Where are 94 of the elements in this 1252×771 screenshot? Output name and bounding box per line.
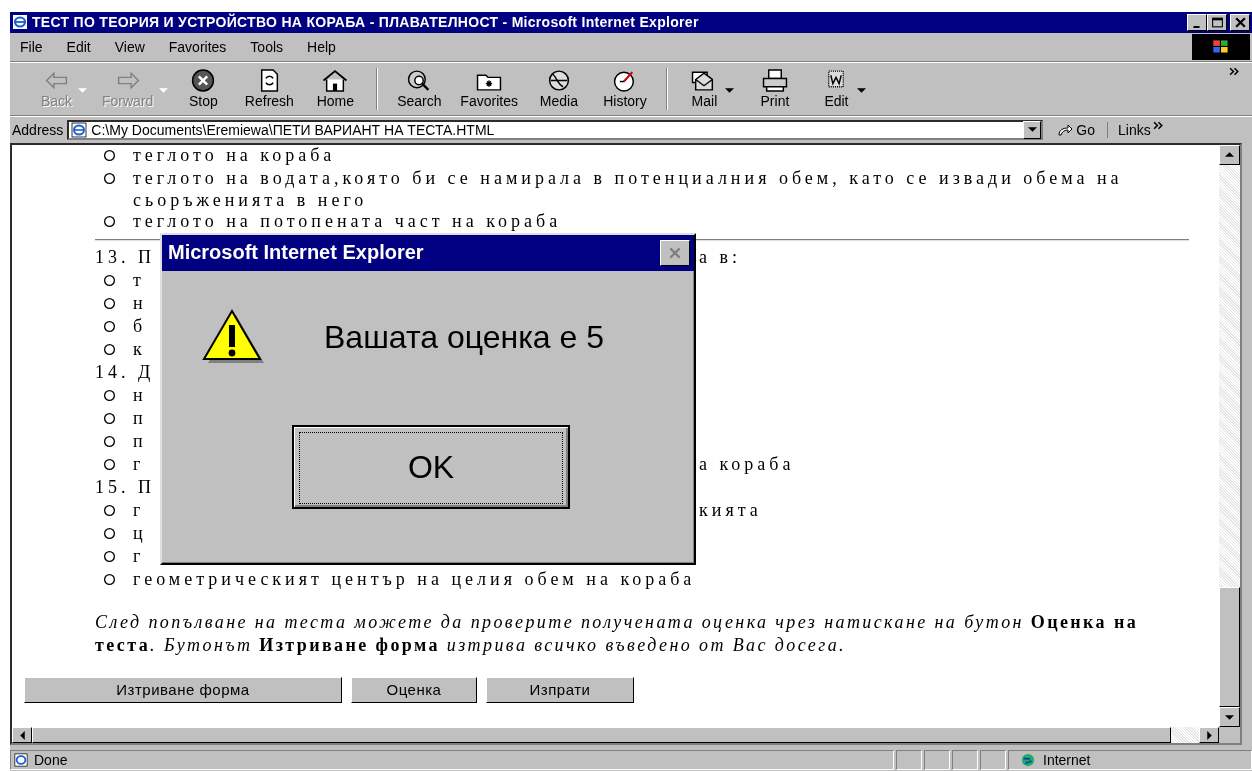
windows-logo	[1192, 33, 1250, 60]
question-text: 13. П	[95, 246, 155, 267]
caret-icon	[1027, 127, 1037, 133]
links-button[interactable]: Links	[1108, 121, 1153, 138]
answer-option: п	[133, 407, 147, 428]
menu-item[interactable]: View	[114, 38, 145, 55]
radio-button[interactable]	[103, 434, 116, 448]
form-button[interactable]: Изтриване форма	[24, 676, 342, 703]
minimize-button[interactable]	[1187, 13, 1207, 31]
menu-item[interactable]: Help	[307, 38, 336, 55]
up-arrow-icon[interactable]	[1225, 152, 1234, 157]
form-button[interactable]: Изпрати	[486, 676, 634, 703]
scrollbar-thumb[interactable]	[1219, 587, 1240, 708]
browser-icon	[12, 14, 28, 31]
radio-button[interactable]	[103, 549, 116, 563]
dropdown-button[interactable]	[1023, 120, 1042, 139]
maximize-icon	[1210, 16, 1224, 28]
radio-button[interactable]	[103, 457, 116, 471]
go-button[interactable]: Go	[1043, 121, 1109, 138]
status-panel	[952, 750, 978, 771]
radio-button[interactable]	[103, 526, 116, 540]
radio-button[interactable]	[103, 149, 116, 162]
status-text: Done	[10, 750, 894, 771]
answer-option: т	[133, 269, 145, 290]
more-icon[interactable]	[1229, 66, 1240, 76]
toolbar-button[interactable]: Mail	[675, 68, 742, 110]
ok-button[interactable]: OK	[292, 424, 570, 509]
answer-option: н	[133, 384, 147, 405]
answer-option: б	[133, 315, 147, 336]
status-panel	[896, 750, 922, 771]
answer-option: п	[133, 430, 147, 451]
minimize-icon	[1192, 25, 1200, 28]
close-button[interactable]	[1230, 13, 1250, 31]
page-icon	[71, 121, 88, 138]
answer-option: а кораба	[699, 453, 795, 475]
answer-option: г	[133, 545, 145, 566]
toolbar-button[interactable]: Media	[525, 68, 592, 110]
radio-button[interactable]	[103, 342, 116, 356]
address-field[interactable]: C:\My Documents\Eremiewa\ПЕТИ ВАРИАНТ НА ТЕСТА.HTML	[67, 119, 1044, 140]
left-arrow-icon[interactable]	[19, 730, 25, 740]
dialog-message: Вашата оценка е 5	[324, 319, 604, 356]
close-button[interactable]	[660, 239, 690, 266]
maximize-button[interactable]	[1207, 13, 1227, 31]
answer-option: геометрическият център на целия обем на кораба	[133, 568, 696, 589]
form-button[interactable]: Оценка	[351, 676, 477, 703]
right-arrow-icon[interactable]	[1206, 730, 1212, 740]
toolbar-button[interactable]: Stop	[170, 68, 237, 110]
instructions-text: След попълване на теста можете да проверите получената оценка чрез натискане на бутон Оценка на теста. Бутонът Изтриване форма изтрива всичко въведено от Вас досега.	[95, 610, 1140, 657]
answer-option: теглото на кораба	[133, 145, 336, 165]
radio-button[interactable]	[103, 503, 116, 517]
toolbar-button[interactable]: Favorites	[452, 68, 526, 110]
toolbar-button[interactable]: Home	[302, 68, 369, 110]
question-text: 15. П	[95, 476, 155, 497]
radio-button[interactable]	[103, 572, 116, 586]
more-icon[interactable]	[1152, 121, 1164, 131]
menu-item[interactable]: Favorites	[168, 38, 227, 55]
radio-button[interactable]	[103, 388, 116, 402]
toolbar-button[interactable]: History	[591, 68, 658, 110]
question-text: а в:	[699, 246, 741, 268]
dialog-title: Microsoft Internet Explorer	[168, 241, 425, 264]
toolbar-button[interactable]: Print	[741, 68, 808, 110]
radio-button[interactable]	[103, 296, 116, 310]
radio-button[interactable]	[103, 171, 116, 185]
radio-button[interactable]	[103, 319, 116, 333]
address-label: Address	[12, 121, 64, 138]
status-panel	[924, 750, 950, 771]
toolbar-button[interactable]: Search	[386, 68, 453, 110]
radio-button[interactable]	[103, 215, 116, 228]
toolbar-button[interactable]: Edit	[807, 68, 874, 110]
menu-item[interactable]: Tools	[250, 38, 284, 55]
close-icon	[668, 246, 682, 259]
answer-option: теглото на потопената част на кораба	[133, 211, 562, 231]
answer-option: к	[133, 338, 146, 359]
close-icon	[1233, 16, 1247, 28]
menu-item[interactable]: Edit	[66, 38, 91, 55]
toolbar-button[interactable]: Refresh	[236, 68, 303, 110]
answer-option: г	[133, 499, 145, 520]
status-panel	[980, 750, 1006, 771]
zone-indicator: Internet	[1008, 750, 1252, 771]
radio-button[interactable]	[103, 273, 116, 287]
answer-option: г	[133, 453, 145, 474]
answer-option: кията	[699, 499, 762, 521]
menu-item[interactable]: File	[20, 38, 43, 55]
answer-option: ц	[133, 522, 147, 543]
radio-button[interactable]	[103, 411, 116, 425]
vertical-scrollbar[interactable]	[1219, 144, 1240, 728]
down-arrow-icon[interactable]	[1225, 714, 1234, 720]
page-icon	[14, 753, 28, 768]
arrow-icon	[1057, 123, 1074, 136]
horizontal-scrollbar[interactable]	[12, 727, 1219, 744]
answer-option: н	[133, 292, 147, 313]
window-title: ТЕСТ ПО ТЕОРИЯ И УСТРОЙСТВО НА КОРАБА - ПЛАВАТЕЛНОСТ - Microsoft Internet Explorer	[32, 14, 700, 31]
question-text: 14. Д	[95, 361, 155, 382]
globe-icon	[1021, 753, 1035, 768]
